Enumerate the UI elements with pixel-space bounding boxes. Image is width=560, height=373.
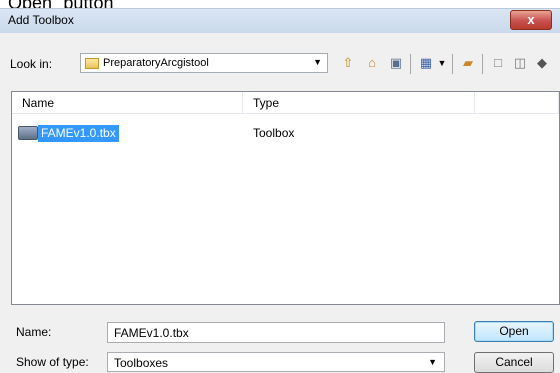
file-type: Toolbox <box>253 126 295 140</box>
toolbar-separator <box>410 54 411 74</box>
look-in-value: PreparatoryArcgistool <box>103 57 209 69</box>
toolbar-separator <box>482 54 483 74</box>
view-dropdown-icon[interactable]: ▼ <box>434 55 450 71</box>
look-in-label: Look in: <box>10 57 53 71</box>
look-in-dropdown[interactable]: PreparatoryArcgistool ▼ <box>80 53 328 73</box>
show-of-type-dropdown[interactable]: Toolboxes ▼ <box>107 352 445 372</box>
catalog-icon[interactable]: ▣ <box>388 55 404 71</box>
open-button[interactable]: Open <box>474 321 554 342</box>
file-list[interactable]: Name Type FAMEv1.0.tbx Toolbox <box>11 91 560 305</box>
title-bar: Add Toolbox x <box>0 9 560 33</box>
show-of-type-value: Toolboxes <box>114 356 169 370</box>
connect-icon[interactable]: □ <box>490 55 506 71</box>
toolbox-icon <box>18 126 38 140</box>
cancel-button[interactable]: Cancel <box>474 352 554 373</box>
caption-text: Open" button <box>0 0 560 8</box>
name-label: Name: <box>16 325 52 339</box>
new-folder-icon[interactable]: ▰ <box>460 55 476 71</box>
column-header-name[interactable]: Name <box>12 92 243 114</box>
disconnect-icon[interactable]: ◫ <box>512 55 528 71</box>
home-icon[interactable]: ⌂ <box>364 55 380 71</box>
folder-icon <box>85 58 99 69</box>
up-folder-icon[interactable]: ⇧ <box>340 55 356 71</box>
file-name[interactable]: FAMEv1.0.tbx <box>38 125 119 142</box>
name-field[interactable]: FAMEv1.0.tbx <box>107 322 445 343</box>
dropdown-arrow-icon: ▼ <box>428 357 437 367</box>
dropdown-arrow-icon: ▼ <box>313 57 322 67</box>
options-icon[interactable]: ◆ <box>534 55 550 71</box>
close-button[interactable]: x <box>510 10 552 30</box>
add-toolbox-dialog: Add Toolbox x Look in: PreparatoryArcgis… <box>0 8 560 373</box>
toolbar-separator <box>452 54 453 74</box>
show-of-type-label: Show of type: <box>16 355 89 369</box>
view-menu-icon[interactable]: ▦ <box>418 55 434 71</box>
column-header-type[interactable]: Type <box>243 92 475 114</box>
column-header-empty <box>475 92 559 114</box>
window-title: Add Toolbox <box>8 13 74 27</box>
